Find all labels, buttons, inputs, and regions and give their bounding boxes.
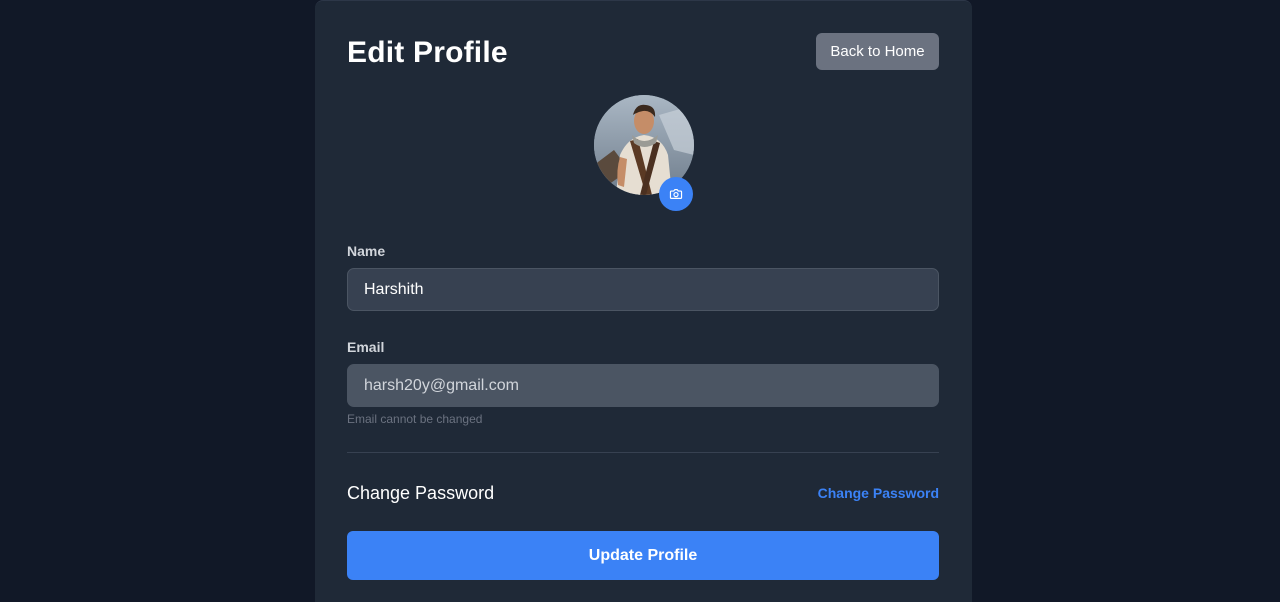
update-profile-button[interactable]: Update Profile — [347, 531, 939, 580]
name-input[interactable] — [347, 268, 939, 311]
divider — [347, 452, 939, 453]
page-title: Edit Profile — [347, 36, 508, 69]
change-password-link[interactable]: Change Password — [818, 485, 939, 501]
back-to-home-button[interactable]: Back to Home — [816, 33, 939, 70]
email-helper-text: Email cannot be changed — [347, 412, 483, 426]
change-avatar-button[interactable] — [659, 177, 693, 211]
email-label: Email — [347, 339, 385, 355]
change-password-heading: Change Password — [347, 483, 495, 503]
edit-profile-card: Edit Profile Back to Home Name Harshith … — [315, 0, 972, 602]
name-label: Name — [347, 243, 386, 259]
camera-icon — [669, 189, 683, 199]
email-input — [347, 364, 939, 407]
avatar-container — [594, 95, 694, 211]
